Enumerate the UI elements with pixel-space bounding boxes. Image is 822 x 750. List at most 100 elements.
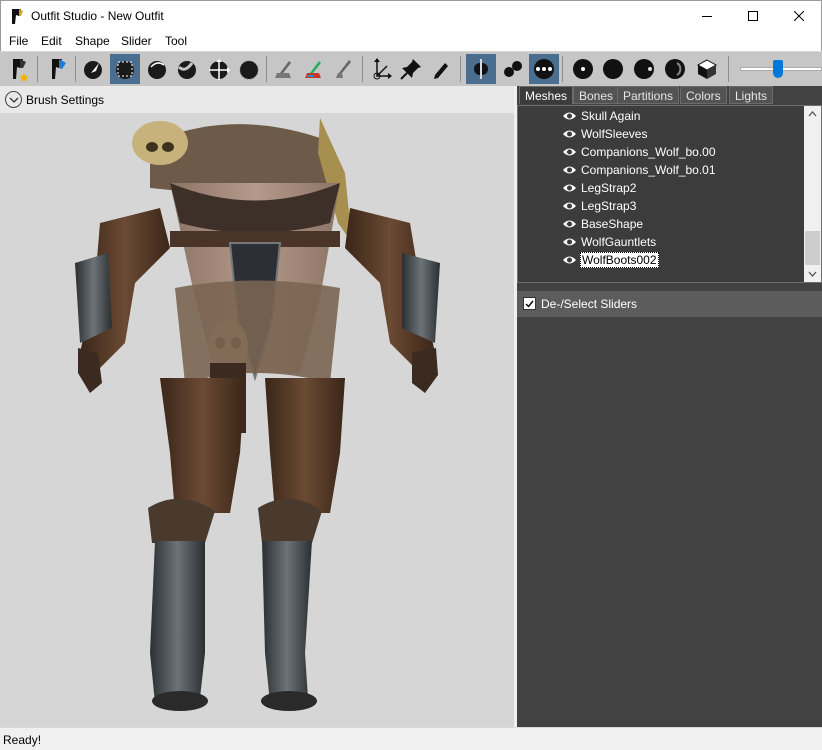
menu-tool[interactable]: Tool: [165, 34, 187, 48]
color-brush-button[interactable]: [328, 54, 358, 84]
wireframe-button[interactable]: [598, 54, 628, 84]
minimize-button[interactable]: [684, 1, 730, 31]
smooth-brush-button[interactable]: [234, 54, 264, 84]
show-mask-button[interactable]: [692, 54, 722, 84]
mesh-name: Companions_Wolf_bo.01: [581, 163, 716, 177]
mesh-name: LegStrap3: [581, 199, 637, 213]
armored-outfit-model: [75, 118, 440, 711]
tab-colors[interactable]: Colors: [680, 86, 727, 104]
menu-bar: File Edit Shape Slider Tool: [0, 31, 822, 51]
list-item[interactable]: Skull Again: [562, 107, 641, 125]
eye-icon[interactable]: [562, 129, 577, 139]
eye-icon[interactable]: [562, 111, 577, 121]
inflate-brush-icon: [148, 61, 166, 79]
menu-slider[interactable]: Slider: [121, 34, 152, 48]
mesh-name: Skull Again: [581, 109, 641, 123]
checkmark-icon: [525, 300, 534, 308]
vertex-edit-button[interactable]: [426, 54, 456, 84]
select-brush-button[interactable]: [78, 54, 108, 84]
list-item[interactable]: Companions_Wolf_bo.00: [562, 143, 717, 161]
sliders-header: De-/Select Sliders: [517, 291, 822, 317]
undiff-brush-button[interactable]: [268, 54, 298, 84]
tab-lights[interactable]: Lights: [729, 86, 774, 104]
connected-only-button[interactable]: [498, 54, 528, 84]
list-item-selected[interactable]: WolfBoots002: [562, 251, 659, 269]
list-item[interactable]: WolfGauntlets: [562, 233, 657, 251]
window-title: Outfit Studio - New Outfit: [31, 9, 164, 23]
mesh-name: WolfSleeves: [581, 127, 648, 141]
eye-icon[interactable]: [562, 255, 577, 265]
vertex-edit-icon: [434, 63, 448, 79]
select-brush-icon: [84, 61, 102, 79]
transform-icon: [373, 58, 392, 80]
mesh-name: WolfBoots002: [580, 252, 659, 268]
mesh-list[interactable]: Skull Again WolfSleeves Companions_Wolf_…: [517, 105, 822, 283]
pivot-icon: [400, 59, 421, 80]
scroll-thumb[interactable]: [805, 231, 820, 265]
maximize-icon: [748, 11, 758, 21]
textures-icon: [665, 59, 685, 79]
show-mask-icon: [696, 59, 718, 79]
tab-partitions[interactable]: Partitions: [617, 86, 680, 104]
select-sliders-checkbox[interactable]: [523, 297, 536, 310]
scroll-down-icon[interactable]: [808, 271, 817, 277]
load-reference-icon: [13, 59, 29, 82]
wireframe-icon: [603, 59, 623, 79]
vertex-points-icon: [573, 59, 593, 79]
mesh-list-scrollbar[interactable]: [804, 106, 821, 282]
move-brush-button[interactable]: [204, 54, 234, 84]
load-outfit-button[interactable]: [42, 54, 72, 84]
right-panel: Meshes Bones Partitions Colors Lights Sk…: [517, 86, 822, 727]
title-bar: Outfit Studio - New Outfit: [0, 0, 822, 31]
select-sliders-label: De-/Select Sliders: [541, 297, 638, 311]
x-mirror-button[interactable]: [466, 54, 496, 84]
mesh-name: WolfGauntlets: [581, 235, 657, 249]
undiff-brush-icon: [275, 61, 291, 78]
status-bar: Ready!: [0, 727, 822, 750]
status-text: Ready!: [3, 733, 42, 747]
list-item[interactable]: BaseShape: [562, 215, 644, 233]
zoom-slider-thumb[interactable]: [773, 60, 783, 78]
weight-brush-icon: [305, 61, 321, 78]
global-brush-button[interactable]: [529, 54, 559, 84]
textures-button[interactable]: [660, 54, 690, 84]
mask-brush-button[interactable]: [110, 54, 140, 84]
brush-settings-toggle[interactable]: [5, 91, 22, 108]
transform-button[interactable]: [366, 54, 396, 84]
mesh-name: Companions_Wolf_bo.00: [581, 145, 716, 159]
menu-shape[interactable]: Shape: [75, 34, 110, 48]
vertex-points-button[interactable]: [568, 54, 598, 84]
scroll-up-icon[interactable]: [808, 111, 817, 117]
lighting-icon: [634, 59, 654, 79]
eye-icon[interactable]: [562, 183, 577, 193]
inflate-brush-button[interactable]: [142, 54, 172, 84]
connected-only-icon: [504, 61, 522, 77]
load-reference-button[interactable]: [3, 54, 33, 84]
maximize-button[interactable]: [730, 1, 776, 31]
deflate-brush-button[interactable]: [172, 54, 202, 84]
menu-file[interactable]: File: [9, 34, 28, 48]
list-item[interactable]: WolfSleeves: [562, 125, 648, 143]
menu-edit[interactable]: Edit: [41, 34, 62, 48]
3d-viewport[interactable]: [0, 113, 514, 727]
list-item[interactable]: LegStrap3: [562, 197, 637, 215]
eye-icon[interactable]: [562, 201, 577, 211]
pivot-button[interactable]: [396, 54, 426, 84]
brush-settings-header[interactable]: Brush Settings: [0, 86, 514, 113]
tab-meshes[interactable]: Meshes: [519, 86, 574, 104]
list-item[interactable]: LegStrap2: [562, 179, 637, 197]
close-icon: [794, 11, 804, 21]
close-button[interactable]: [776, 1, 822, 31]
minimize-icon: [702, 16, 712, 17]
smooth-brush-icon: [239, 60, 259, 80]
global-brush-icon: [534, 59, 554, 79]
eye-icon[interactable]: [562, 237, 577, 247]
list-item[interactable]: Companions_Wolf_bo.01: [562, 161, 717, 179]
tab-bones[interactable]: Bones: [573, 86, 620, 104]
eye-icon[interactable]: [562, 147, 577, 157]
eye-icon[interactable]: [562, 165, 577, 175]
lighting-button[interactable]: [629, 54, 659, 84]
weight-brush-button[interactable]: [298, 54, 328, 84]
mask-brush-icon: [116, 61, 134, 79]
eye-icon[interactable]: [562, 219, 577, 229]
